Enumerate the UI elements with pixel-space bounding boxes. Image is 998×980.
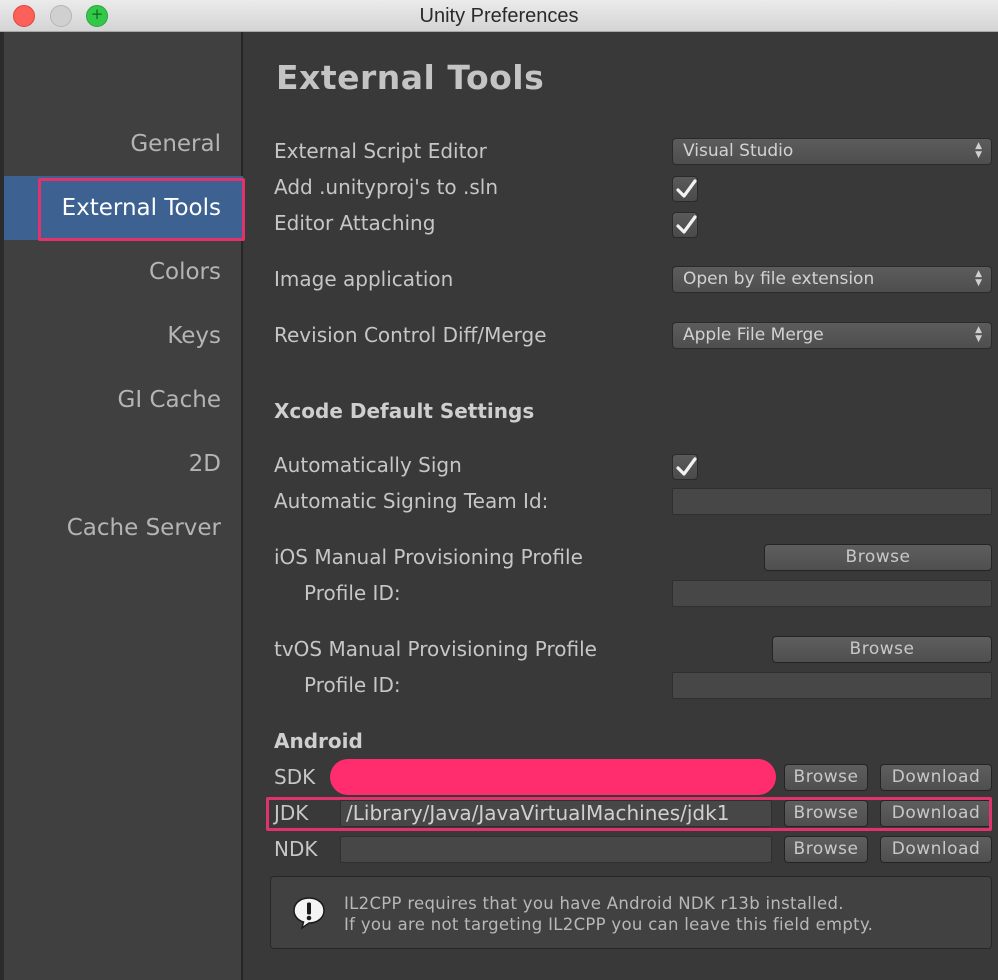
revision-control-value: Apple File Merge <box>683 325 824 345</box>
checkmark-icon <box>676 215 697 234</box>
ndk-browse-button[interactable]: Browse <box>784 836 868 863</box>
ios-profile-id-field[interactable] <box>672 580 992 607</box>
window-title: Unity Preferences <box>419 5 579 27</box>
checkmark-icon <box>676 457 697 476</box>
editor-attaching-checkbox[interactable] <box>672 212 698 238</box>
sdk-download-button[interactable]: Download <box>880 764 992 791</box>
image-application-value: Open by file extension <box>683 269 875 289</box>
script-editor-dropdown[interactable]: Visual Studio ▲ ▼ <box>672 138 992 165</box>
script-editor-value: Visual Studio <box>683 141 794 161</box>
add-unityproj-label: Add .unityproj's to .sln <box>274 175 499 199</box>
jdk-highlight-box <box>266 797 992 831</box>
ios-profile-browse-button[interactable]: Browse <box>764 544 992 571</box>
ios-profile-label: iOS Manual Provisioning Profile <box>274 545 583 569</box>
sidebar-item-gi-cache[interactable]: GI Cache <box>4 368 243 432</box>
sidebar-item-keys[interactable]: Keys <box>4 304 243 368</box>
tvos-profile-id-label: Profile ID: <box>304 673 401 697</box>
revision-control-dropdown[interactable]: Apple File Merge ▲ ▼ <box>672 322 992 349</box>
sidebar-item-2d[interactable]: 2D <box>4 432 243 496</box>
auto-sign-checkbox[interactable] <box>672 454 698 480</box>
android-section-title: Android <box>274 729 363 753</box>
ndk-help-box: IL2CPP requires that you have Android ND… <box>270 876 992 949</box>
sdk-label: SDK <box>274 765 316 789</box>
external-tools-highlight-box <box>38 178 245 241</box>
sdk-browse-button[interactable]: Browse <box>784 764 868 791</box>
tvos-profile-label: tvOS Manual Provisioning Profile <box>274 637 597 661</box>
ndk-label: NDK <box>274 837 318 861</box>
sidebar-item-general[interactable]: General <box>4 112 243 176</box>
xcode-section-title: Xcode Default Settings <box>274 399 535 423</box>
auto-sign-label: Automatically Sign <box>274 453 462 477</box>
updown-arrows-icon: ▲ ▼ <box>975 269 982 288</box>
ndk-download-button[interactable]: Download <box>880 836 992 863</box>
updown-arrows-icon: ▲ ▼ <box>975 141 982 160</box>
sidebar-item-cache-server[interactable]: Cache Server <box>4 496 243 560</box>
sidebar-item-colors[interactable]: Colors <box>4 240 243 304</box>
preferences-sidebar: General External Tools Colors Keys GI Ca… <box>4 32 243 980</box>
updown-arrows-icon: ▲ ▼ <box>975 325 982 344</box>
info-exclamation-icon <box>293 897 325 930</box>
title-bar: Unity Preferences <box>0 0 998 32</box>
editor-attaching-label: Editor Attaching <box>274 211 436 235</box>
preferences-window: Unity Preferences General External Tools… <box>0 0 998 980</box>
team-id-label: Automatic Signing Team Id: <box>274 489 549 513</box>
help-text-line-2: If you are not targeting IL2CPP you can … <box>344 915 874 934</box>
tvos-profile-id-field[interactable] <box>672 672 992 699</box>
ndk-path-field[interactable] <box>340 836 772 863</box>
tvos-profile-browse-button[interactable]: Browse <box>772 636 992 663</box>
checkmark-icon <box>676 179 697 198</box>
image-application-label: Image application <box>274 267 454 291</box>
image-application-dropdown[interactable]: Open by file extension ▲ ▼ <box>672 266 992 293</box>
team-id-field[interactable] <box>672 488 992 515</box>
help-text-line-1: IL2CPP requires that you have Android ND… <box>344 894 844 913</box>
script-editor-label: External Script Editor <box>274 139 487 163</box>
add-unityproj-checkbox[interactable] <box>672 176 698 202</box>
revision-control-label: Revision Control Diff/Merge <box>274 323 547 347</box>
page-title: External Tools <box>276 58 545 97</box>
redaction-mark <box>330 759 776 795</box>
ios-profile-id-label: Profile ID: <box>304 581 401 605</box>
